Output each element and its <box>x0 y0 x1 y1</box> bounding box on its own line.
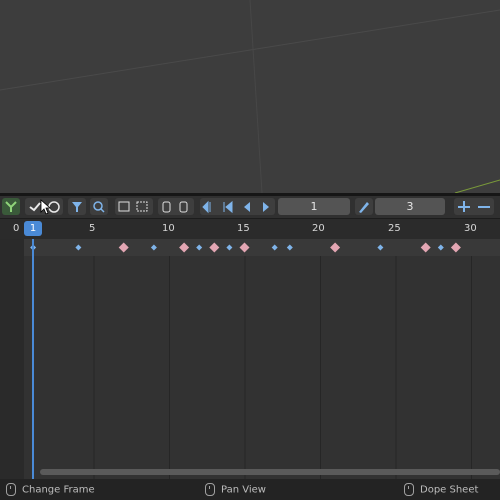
keyframe <box>226 244 233 251</box>
status-right-label: Dope Sheet <box>420 484 479 496</box>
status-pan-view: Pan View <box>205 483 266 496</box>
keyframe-selected <box>239 242 250 253</box>
status-dope-sheet: Dope Sheet <box>404 483 478 496</box>
keyframe-selected <box>420 242 431 253</box>
keyframe <box>75 244 82 251</box>
mouse-left-icon <box>6 483 16 496</box>
snap-right-icon <box>179 201 188 213</box>
snap-left-icon <box>162 201 171 213</box>
keyframe-area[interactable] <box>24 239 500 479</box>
zoom-buttons[interactable] <box>454 198 494 215</box>
current-frame-indicator[interactable]: 1 <box>24 221 42 236</box>
search-icon[interactable] <box>90 198 108 215</box>
keyframe <box>437 244 444 251</box>
3d-viewport[interactable] <box>0 0 500 193</box>
dopesheet-header: 1 3 <box>0 196 500 218</box>
filter-fcurve-icon[interactable] <box>2 198 20 215</box>
jump-start-icon <box>202 200 211 214</box>
current-frame-field[interactable]: 1 <box>278 198 350 215</box>
mouse-cursor-icon <box>40 199 52 215</box>
keyframe-selected <box>179 242 190 253</box>
mouse-middle-icon <box>205 483 215 496</box>
keyframes-layer <box>30 242 461 253</box>
keyframe <box>286 244 293 251</box>
ruler-label: 10 <box>162 223 175 234</box>
ruler-label: 25 <box>388 223 401 234</box>
keyframe-selected <box>209 242 220 253</box>
keyframe-selected <box>330 242 341 253</box>
frame-selected-icon <box>136 201 148 212</box>
jump-keyframe-back-icon <box>223 200 233 214</box>
keyframe <box>377 244 384 251</box>
keyframe-step-field[interactable]: 3 <box>375 198 445 215</box>
keyframe-grid <box>93 239 472 479</box>
ruler-label: 5 <box>89 223 96 234</box>
view-frame-buttons[interactable] <box>115 198 153 215</box>
keyframe <box>150 244 157 251</box>
frame-ruler[interactable]: 0 5 10 15 20 25 30 <box>0 219 500 239</box>
keyframe <box>196 244 203 251</box>
ruler-label: 20 <box>312 223 325 234</box>
viewport-grid <box>0 0 500 193</box>
mouse-right-icon <box>404 483 414 496</box>
ruler-label: 15 <box>237 223 250 234</box>
frame-all-icon <box>118 201 130 212</box>
keyframe-selected <box>450 242 461 253</box>
playback-controls[interactable] <box>200 198 275 215</box>
play-reverse-icon <box>244 202 250 212</box>
horizontal-scrollbar[interactable] <box>40 469 500 475</box>
keyframe-selected <box>118 242 129 253</box>
playhead-line[interactable] <box>31 239 35 479</box>
status-left-label: Change Frame <box>22 484 95 496</box>
filter-icon[interactable] <box>68 198 86 215</box>
play-icon <box>263 202 269 212</box>
summary-channel-row[interactable] <box>24 239 500 256</box>
auto-snap-buttons[interactable] <box>158 198 194 215</box>
ruler-label: 30 <box>464 223 477 234</box>
checkmark-icon <box>29 202 41 212</box>
keyframe-tool-icon[interactable] <box>355 198 373 215</box>
status-change-frame: Change Frame <box>6 483 95 496</box>
status-bar: Change Frame Pan View Dope Sheet <box>0 479 500 500</box>
plus-icon <box>458 201 470 212</box>
channel-region[interactable] <box>0 239 24 479</box>
status-middle-label: Pan View <box>221 484 266 496</box>
keyframe <box>271 244 278 251</box>
ruler-label: 0 <box>13 223 20 234</box>
